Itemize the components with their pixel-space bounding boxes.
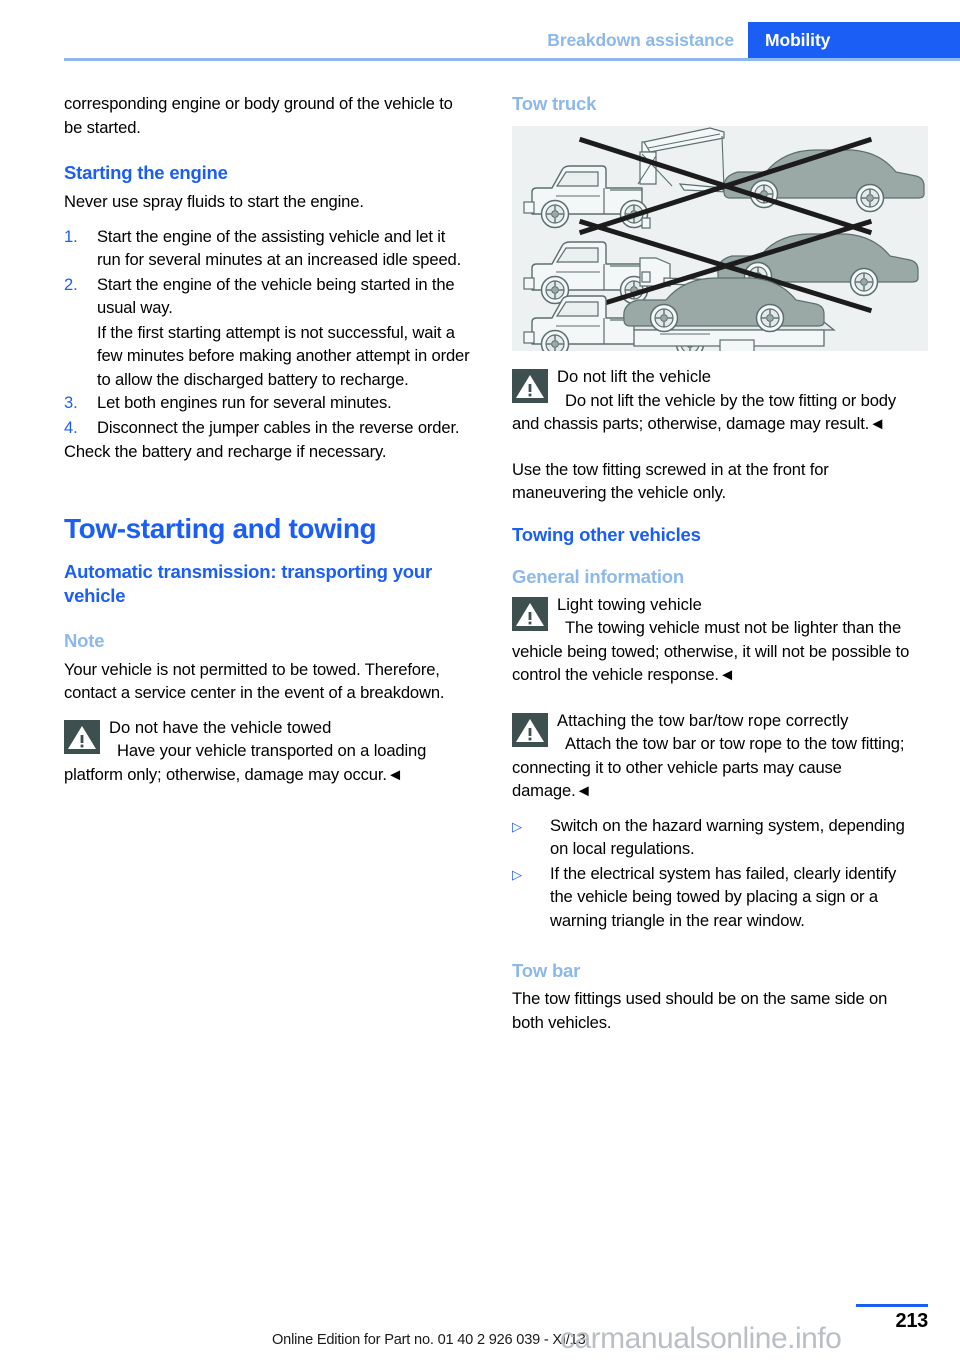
edition-note: Online Edition for Part no. 01 40 2 926 … — [272, 1332, 586, 1348]
warning-end-mark: ◄ — [718, 665, 736, 684]
tow-fitting-paragraph: Use the tow fitting screwed in at the fr… — [512, 459, 829, 503]
warning-title: Light towing vehicle — [557, 594, 702, 614]
triangle-bullet-icon: ▷ — [512, 866, 522, 882]
warning-title: Do not have the vehicle towed — [109, 717, 332, 737]
list-item: ▷ Switch on the hazard warning system, d… — [512, 814, 920, 861]
warning-do-not-have-vehicle-towed: Do not have the vehicle towed Have your … — [64, 716, 472, 787]
warning-end-mark: ◄ — [386, 764, 404, 784]
intro-continuation-paragraph: corresponding engine or body ground of t… — [64, 94, 453, 137]
bullet-text: If the electrical system has failed, cle… — [550, 863, 897, 930]
step-number: 4. — [64, 417, 78, 437]
warning-triangle-icon — [64, 719, 100, 754]
starting-engine-steps: 1. Start the engine of the assisting veh… — [64, 225, 472, 320]
heading-general-information: General information — [512, 565, 684, 587]
heading-tow-truck: Tow truck — [512, 93, 597, 114]
list-item: 1. Start the engine of the assisting veh… — [64, 225, 472, 272]
warning-triangle-icon — [512, 712, 548, 747]
footer-divider-rule — [856, 1304, 928, 1307]
page-header: Breakdown assistance Mobility — [0, 22, 960, 58]
header-divider-rule — [64, 58, 960, 61]
heading-tow-starting-and-towing: Tow-starting and towing — [64, 512, 377, 544]
triangle-bullet-icon: ▷ — [512, 818, 522, 834]
step2-continuation-paragraph: If the first starting attempt is not suc… — [97, 322, 470, 389]
step-text: Start the engine of the assisting vehicl… — [97, 226, 462, 270]
site-watermark: carmanualsonline.info — [560, 1322, 842, 1355]
warning-light-towing-vehicle: Light towing vehicle The towing vehicle … — [512, 593, 920, 687]
heading-automatic-transmission: Automatic transmission: transporting you… — [64, 560, 433, 606]
warning-end-mark: ◄ — [575, 781, 592, 800]
page-number: 213 — [895, 1310, 929, 1332]
warning-triangle-icon — [512, 596, 548, 631]
manual-page: Breakdown assistance Mobility correspond… — [0, 0, 960, 1362]
step-text: Let both engines run for several minutes… — [97, 393, 392, 412]
heading-starting-the-engine: Starting the engine — [64, 162, 228, 183]
bullet-text: Switch on the hazard warning system, dep… — [550, 815, 905, 859]
warning-end-mark: ◄ — [869, 414, 886, 433]
warning-body: The towing vehicle must not be lighter t… — [512, 618, 910, 684]
warning-body: Do not lift the vehicle by the tow fitti… — [512, 390, 897, 434]
warning-do-not-lift-the-vehicle: Do not lift the vehicle Do not lift the … — [512, 365, 920, 436]
towing-instruction-bullets: ▷ Switch on the hazard warning system, d… — [512, 814, 920, 933]
warning-body: Attach the tow bar or tow rope to the to… — [512, 734, 905, 800]
warning-body: Have your vehicle transported on a loadi… — [64, 741, 427, 784]
list-item: ▷ If the electrical system has failed, c… — [512, 862, 920, 933]
warning-attaching-tow-bar: Attaching the tow bar/tow rope correctly… — [512, 709, 920, 803]
tow-truck-illustration — [512, 126, 928, 351]
step-number: 3. — [64, 393, 78, 412]
note-body-paragraph: Your vehicle is not permitted to be towe… — [64, 659, 445, 703]
warning-title: Do not lift the vehicle — [557, 367, 712, 386]
heading-note: Note — [64, 629, 105, 651]
heading-towing-other-vehicles: Towing other vehicles — [512, 523, 701, 545]
step-number: 1. — [64, 226, 78, 246]
header-section-tab: Mobility — [748, 22, 960, 58]
starting-engine-lead: Never use spray fluids to start the engi… — [64, 192, 364, 211]
starting-engine-steps-continued: 3. Let both engines run for several minu… — [64, 391, 472, 439]
list-item: 2. Start the engine of the vehicle being… — [64, 273, 472, 320]
heading-tow-bar: Tow bar — [512, 960, 581, 981]
list-item: 3. Let both engines run for several minu… — [64, 391, 472, 415]
step-text: Disconnect the jumper cables in the reve… — [97, 417, 460, 437]
tow-bar-body-paragraph: The tow fittings used should be on the s… — [512, 989, 888, 1032]
list-item: 4. Disconnect the jumper cables in the r… — [64, 416, 472, 440]
warning-title: Attaching the tow bar/tow rope correctly — [557, 710, 849, 730]
warning-triangle-icon — [512, 369, 548, 403]
step-text: Start the engine of the vehicle being st… — [97, 274, 455, 318]
header-chapter-label: Breakdown assistance — [547, 29, 734, 50]
left-column: corresponding engine or body ground of t… — [64, 92, 472, 786]
right-column: Tow truck Do not lift the vehicle Do not… — [512, 92, 928, 1034]
step-number: 2. — [64, 274, 78, 294]
starting-engine-closing: Check the battery and recharge if necess… — [64, 442, 387, 461]
